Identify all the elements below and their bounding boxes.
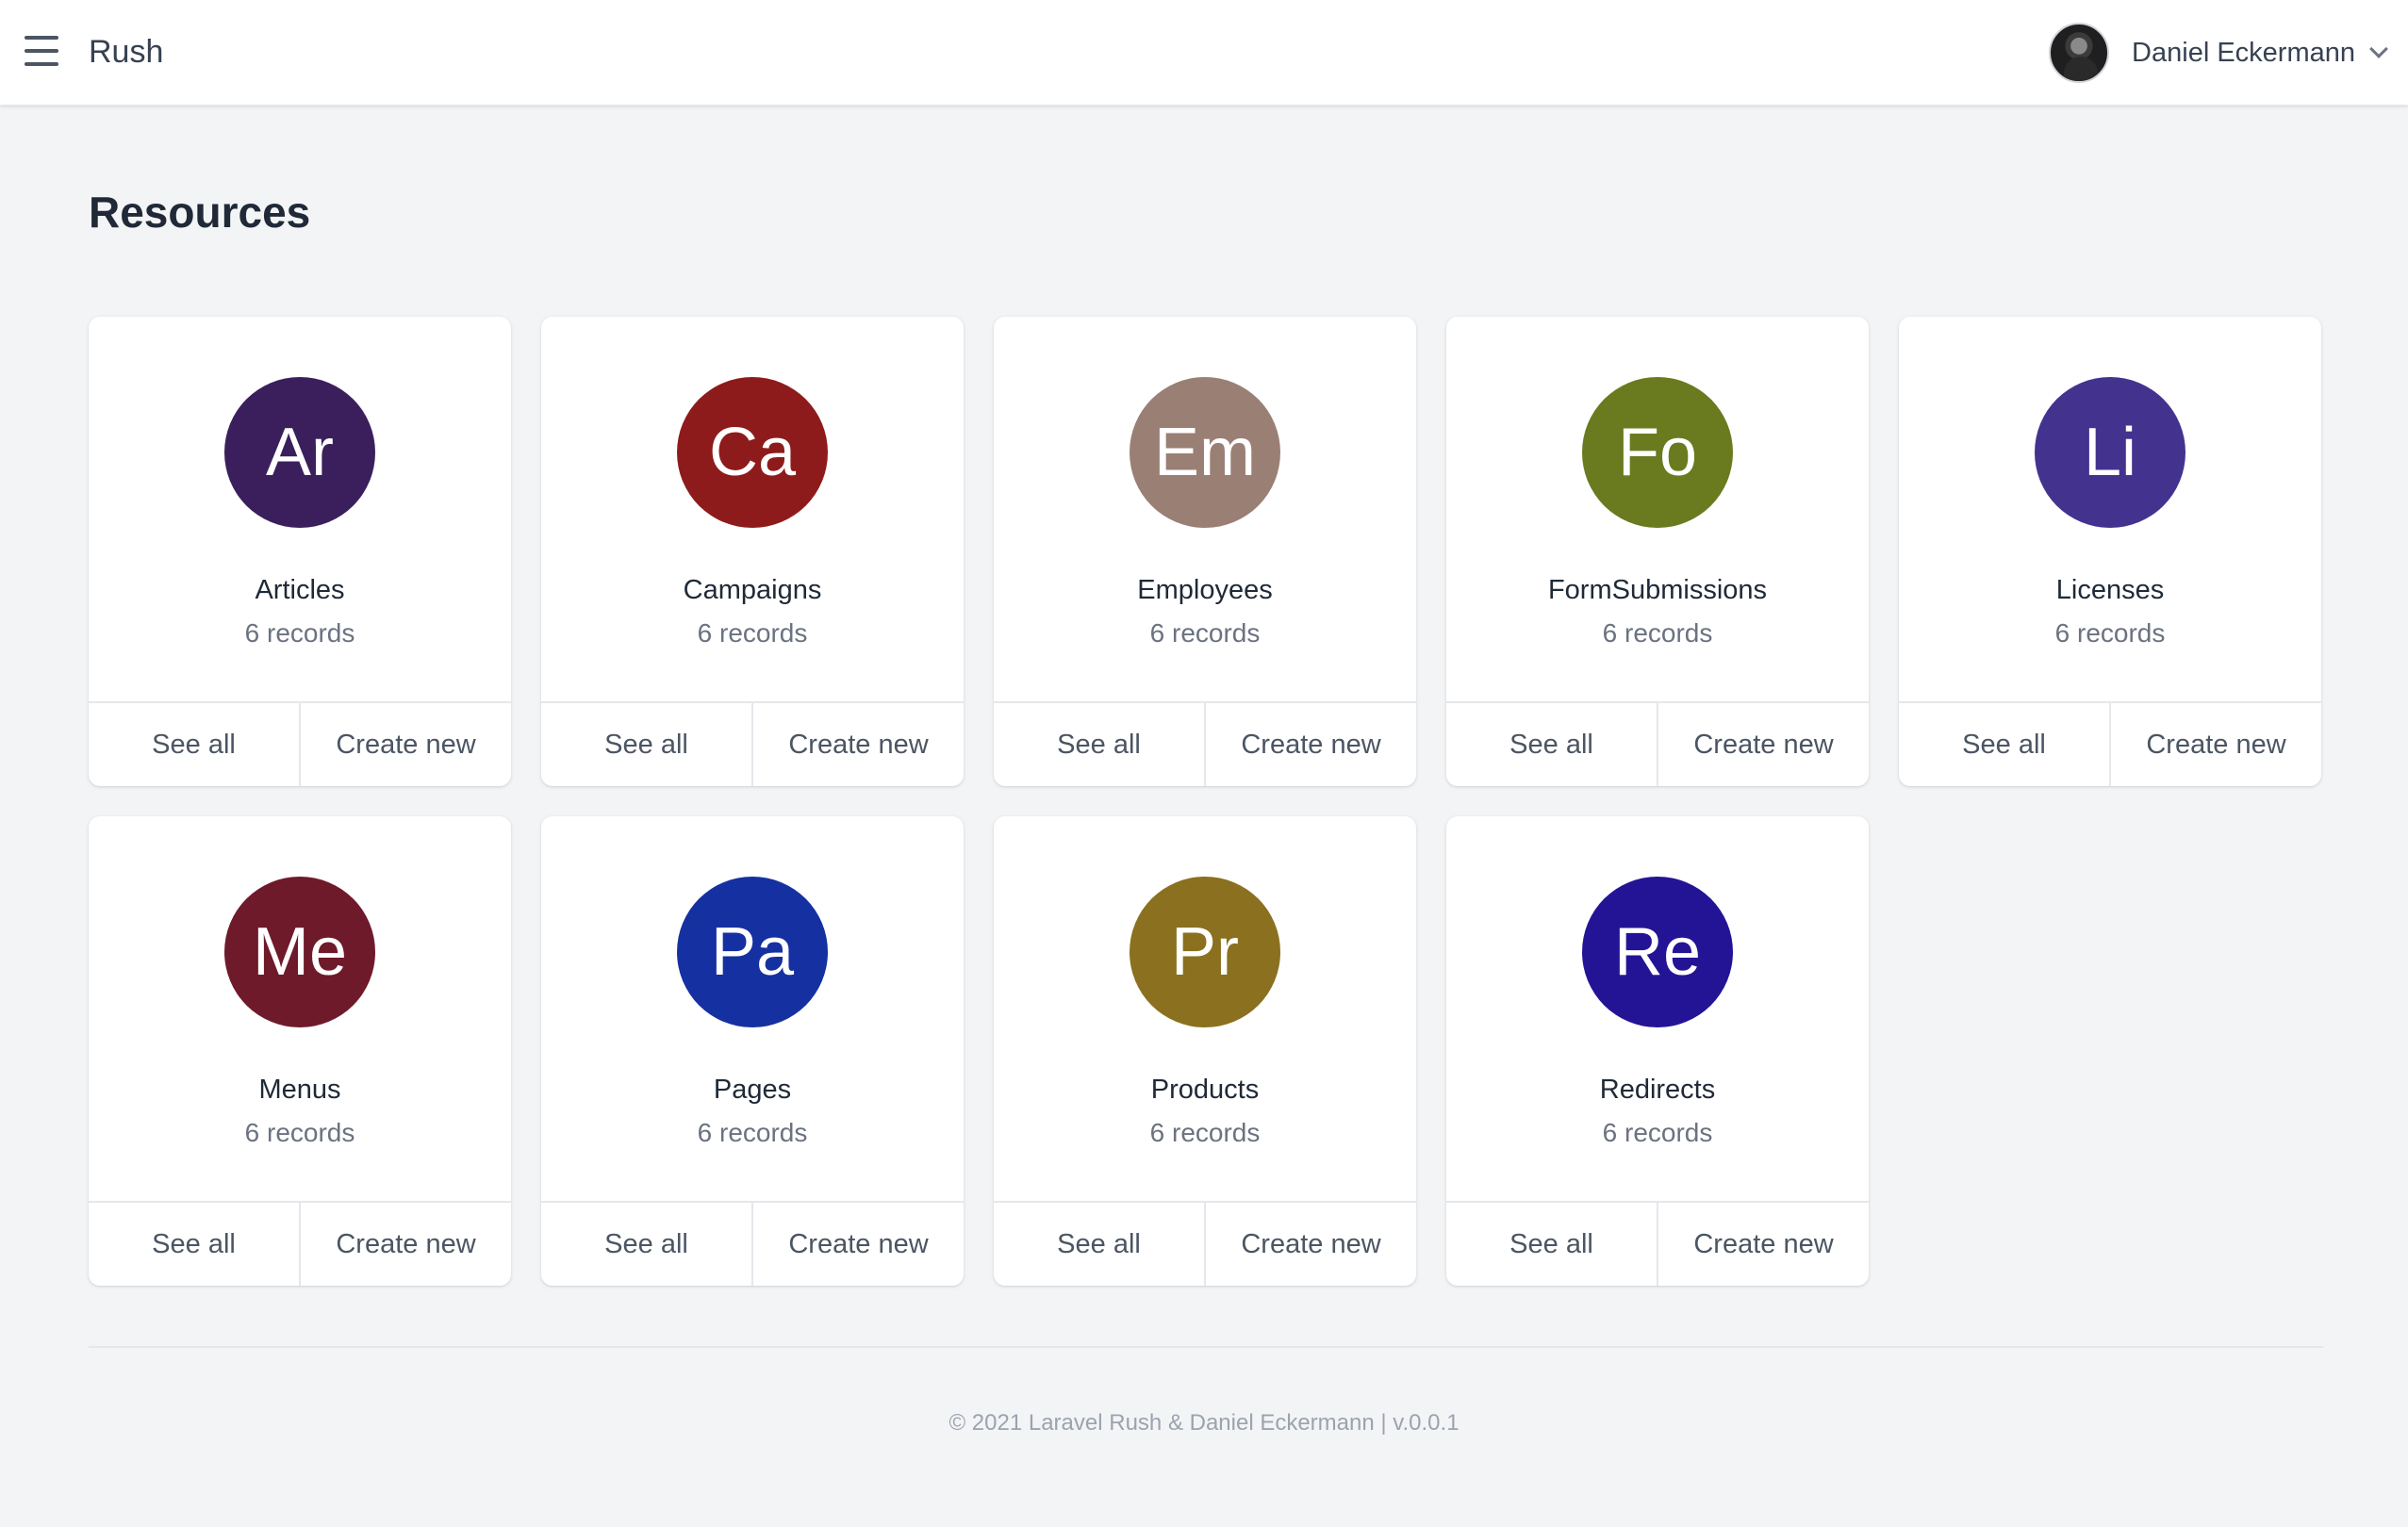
- create-new-button[interactable]: Create new: [1204, 1203, 1416, 1286]
- resource-initials-badge: Em: [1130, 377, 1280, 528]
- resource-card-campaigns: Ca Campaigns 6 records See all Create ne…: [541, 317, 964, 786]
- create-new-button[interactable]: Create new: [299, 1203, 511, 1286]
- resource-initials-badge: Ar: [224, 377, 375, 528]
- resource-name: Articles: [255, 575, 345, 605]
- resource-record-count: 6 records: [1149, 1118, 1261, 1147]
- resource-record-count: 6 records: [1602, 618, 1713, 648]
- user-avatar: [2049, 23, 2110, 83]
- footer-copyright: © 2021 Laravel Rush & Daniel Eckermann |…: [948, 1410, 1460, 1436]
- see-all-button[interactable]: See all: [89, 703, 299, 786]
- resource-record-count: 6 records: [244, 618, 355, 648]
- resource-name: Products: [1150, 1075, 1260, 1105]
- resource-card-employees: Em Employees 6 records See all Create ne…: [994, 317, 1416, 786]
- resource-record-count: 6 records: [2054, 618, 2166, 648]
- resource-name: FormSubmissions: [1547, 575, 1768, 605]
- see-all-button[interactable]: See all: [1446, 1203, 1657, 1286]
- resource-record-count: 6 records: [1149, 618, 1261, 648]
- resource-record-count: 6 records: [244, 1118, 355, 1147]
- create-new-button[interactable]: Create new: [299, 703, 511, 786]
- resource-initials-badge: Ca: [677, 377, 828, 528]
- see-all-button[interactable]: See all: [89, 1203, 299, 1286]
- resource-actions: See all Create new: [994, 1201, 1416, 1286]
- user-menu[interactable]: Daniel Eckermann: [2049, 21, 2388, 85]
- resource-actions: See all Create new: [994, 701, 1416, 786]
- see-all-button[interactable]: See all: [994, 1203, 1204, 1286]
- resource-actions: See all Create new: [541, 1201, 964, 1286]
- page-title: Resources: [89, 188, 311, 237]
- resource-name: Campaigns: [683, 575, 822, 605]
- see-all-button[interactable]: See all: [1446, 703, 1657, 786]
- resource-record-count: 6 records: [697, 1118, 808, 1147]
- footer-divider: [89, 1346, 2323, 1348]
- resource-name: Licenses: [2055, 575, 2165, 605]
- resource-initials-badge: Pr: [1130, 877, 1280, 1027]
- resource-actions: See all Create new: [89, 1201, 511, 1286]
- resource-card-licenses: Li Licenses 6 records See all Create new: [1899, 317, 2321, 786]
- resource-card-products: Pr Products 6 records See all Create new: [994, 816, 1416, 1286]
- resource-record-count: 6 records: [1602, 1118, 1713, 1147]
- resource-record-count: 6 records: [697, 618, 808, 648]
- see-all-button[interactable]: See all: [1899, 703, 2109, 786]
- app-title[interactable]: Rush: [89, 34, 163, 71]
- resource-initials-badge: Fo: [1582, 377, 1733, 528]
- resource-card-articles: Ar Articles 6 records See all Create new: [89, 317, 511, 786]
- resource-actions: See all Create new: [1446, 701, 1869, 786]
- create-new-button[interactable]: Create new: [1657, 1203, 1869, 1286]
- resource-name: Employees: [1137, 575, 1273, 605]
- create-new-button[interactable]: Create new: [751, 703, 964, 786]
- resource-name: Menus: [258, 1075, 341, 1105]
- resource-card-pages: Pa Pages 6 records See all Create new: [541, 816, 964, 1286]
- resource-initials-badge: Li: [2035, 377, 2185, 528]
- resource-name: Pages: [713, 1075, 792, 1105]
- see-all-button[interactable]: See all: [541, 703, 751, 786]
- resource-actions: See all Create new: [541, 701, 964, 786]
- chevron-down-icon: [2369, 40, 2388, 58]
- create-new-button[interactable]: Create new: [1204, 703, 1416, 786]
- top-navbar: Rush Daniel Eckermann: [0, 0, 2408, 106]
- resource-initials-badge: Me: [224, 877, 375, 1027]
- create-new-button[interactable]: Create new: [1657, 703, 1869, 786]
- resource-name: Redirects: [1599, 1075, 1716, 1105]
- resource-initials-badge: Pa: [677, 877, 828, 1027]
- resource-card-redirects: Re Redirects 6 records See all Create ne…: [1446, 816, 1869, 1286]
- create-new-button[interactable]: Create new: [2109, 703, 2321, 786]
- see-all-button[interactable]: See all: [994, 703, 1204, 786]
- resource-initials-badge: Re: [1582, 877, 1733, 1027]
- user-name: Daniel Eckermann: [2132, 37, 2355, 68]
- create-new-button[interactable]: Create new: [751, 1203, 964, 1286]
- see-all-button[interactable]: See all: [541, 1203, 751, 1286]
- resource-actions: See all Create new: [1446, 1201, 1869, 1286]
- hamburger-menu-icon[interactable]: [25, 36, 60, 66]
- resource-grid: Ar Articles 6 records See all Create new…: [89, 317, 2323, 1286]
- resource-actions: See all Create new: [89, 701, 511, 786]
- resource-card-menus: Me Menus 6 records See all Create new: [89, 816, 511, 1286]
- resource-actions: See all Create new: [1899, 701, 2321, 786]
- resource-card-formsubmissions: Fo FormSubmissions 6 records See all Cre…: [1446, 317, 1869, 786]
